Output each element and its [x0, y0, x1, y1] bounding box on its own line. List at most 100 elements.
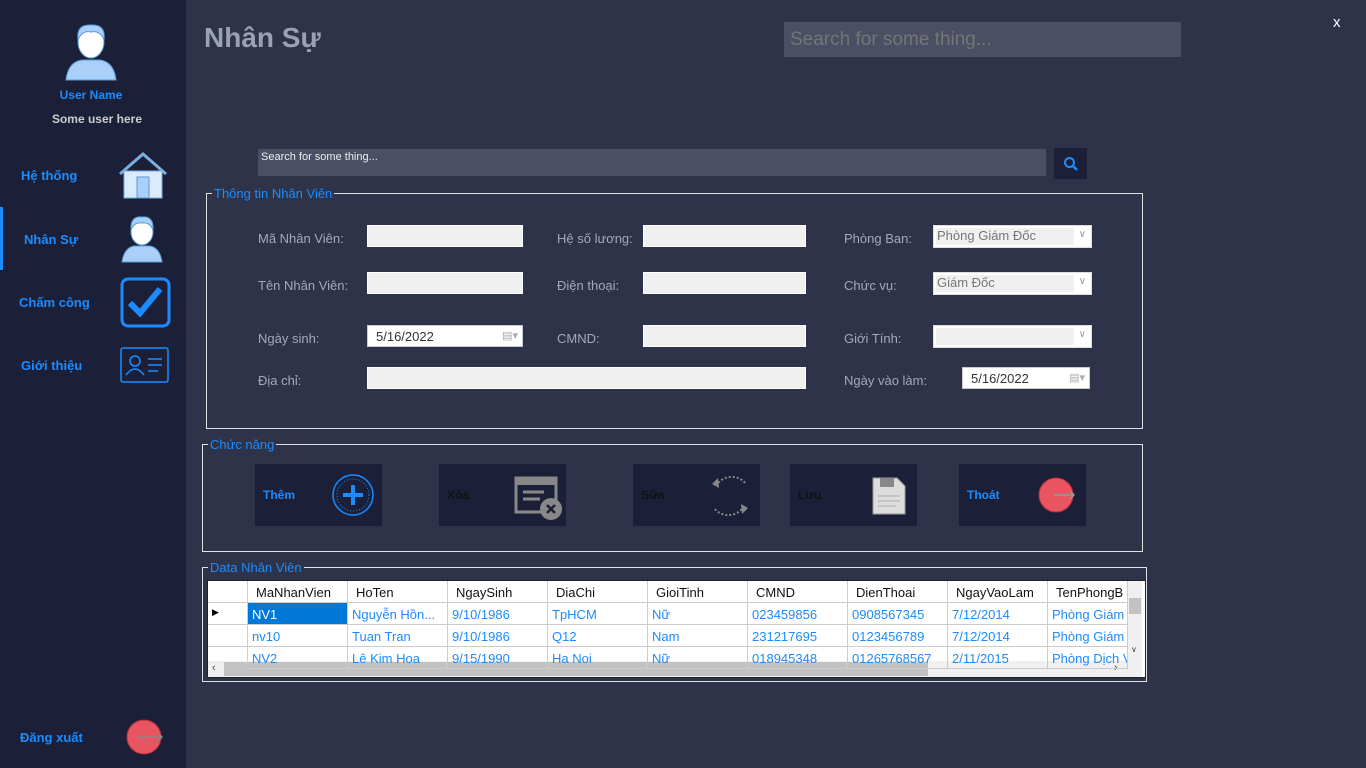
save-icon [872, 477, 906, 515]
phong-ban-select[interactable]: Phòng Giám Đốc ∨ [933, 225, 1092, 248]
table-cell[interactable]: Tuan Tran [348, 625, 448, 647]
sidebar: User Name Some user here Hệ thống Nhân S… [0, 0, 186, 768]
logout-label: Đăng xuất [20, 730, 83, 745]
employee-search-input[interactable]: Search for some thing... [258, 149, 1046, 176]
table-cell[interactable]: 023459856 [748, 603, 848, 625]
chuc-vu-select[interactable]: Giám Đốc ∨ [933, 272, 1092, 295]
label-ma-nv: Mã Nhân Viên: [258, 231, 344, 246]
sidebar-item-nhan-su[interactable]: Nhân Sự [0, 207, 186, 270]
edit-label: Sữa [641, 488, 665, 502]
column-header[interactable]: DienThoai [848, 581, 948, 603]
id-card-icon [120, 347, 169, 383]
delete-label: Xóa [447, 488, 470, 502]
sidebar-item-label: Giới thiệu [21, 358, 83, 373]
ngay-sinh-value: 5/16/2022 [376, 329, 434, 344]
sidebar-item-he-thong[interactable]: Hệ thống [0, 145, 186, 205]
label-cmnd: CMND: [557, 331, 600, 346]
label-ngay-sinh: Ngày sinh: [258, 331, 320, 346]
chevron-down-icon: ∨ [1078, 276, 1086, 287]
sidebar-item-gioi-thieu[interactable]: Giới thiệu [0, 335, 186, 395]
ma-nv-input[interactable] [367, 225, 523, 247]
dien-thoai-input[interactable] [643, 272, 806, 294]
table-cell[interactable]: nv10 [248, 625, 348, 647]
column-header[interactable]: DiaChi [548, 581, 648, 603]
table-cell[interactable]: 7/12/2014 [948, 603, 1048, 625]
column-header[interactable]: NgayVaoLam [948, 581, 1048, 603]
column-header[interactable]: CMND [748, 581, 848, 603]
table-cell[interactable]: NV2 [248, 647, 348, 669]
search-button[interactable] [1054, 148, 1087, 179]
table-cell[interactable]: NV1 [248, 603, 348, 625]
table-cell[interactable]: Lê Kim Hoa [348, 647, 448, 669]
label-dien-thoai: Điện thoại: [557, 278, 620, 293]
dia-chi-input[interactable] [367, 367, 806, 389]
column-header[interactable]: NgaySinh [448, 581, 548, 603]
table-cell[interactable]: Phòng Giám [1048, 603, 1128, 625]
scroll-left-icon[interactable]: ‹ [212, 662, 216, 674]
table-cell[interactable]: Q12 [548, 625, 648, 647]
scroll-thumb[interactable] [1129, 598, 1141, 614]
top-search-input[interactable] [784, 22, 1181, 57]
save-label: Lưu [798, 488, 822, 502]
save-button[interactable]: Lưu [790, 464, 917, 526]
label-chuc-vu: Chức vụ: [844, 278, 897, 293]
table-cell[interactable]: Ha Noi [548, 647, 648, 669]
logout-button[interactable]: Đăng xuất [0, 715, 186, 760]
sidebar-item-label: Chấm công [19, 295, 90, 310]
table-cell[interactable]: 7/12/2014 [948, 625, 1048, 647]
chuc-vu-value: Giám Đốc [936, 275, 1074, 292]
sidebar-item-label: Nhân Sự [24, 232, 79, 247]
table-cell[interactable]: TpHCM [548, 603, 648, 625]
employee-table[interactable]: ▶ ∨ ‹ › MaNhanVien NV1 nv10 NV2 HoTen Nguyễn … [207, 580, 1146, 678]
table-cell[interactable]: Nữ [648, 603, 748, 625]
table-cell[interactable]: 9/10/1986 [448, 603, 548, 625]
label-ten-nv: Tên Nhân Viên: [258, 278, 349, 293]
column-header[interactable]: MaNhanVien [248, 581, 348, 603]
scroll-down-icon[interactable]: ∨ [1131, 645, 1137, 654]
table-cell[interactable]: 9/10/1986 [448, 625, 548, 647]
table-cell[interactable]: 9/15/1990 [448, 647, 548, 669]
label-he-so: Hệ số lương: [557, 231, 633, 246]
checkbox-icon [120, 277, 171, 328]
table-cell[interactable]: 2/11/2015 [948, 647, 1048, 669]
search-icon [1063, 156, 1078, 171]
table-cell[interactable]: Nữ [648, 647, 748, 669]
table-cell[interactable]: Phòng Giám [1048, 625, 1128, 647]
gioi-tinh-select[interactable]: ∨ [933, 325, 1092, 348]
employee-info-legend: Thông tin Nhân Viên [212, 186, 335, 201]
chevron-down-icon: ∨ [1078, 329, 1086, 340]
ngay-sinh-picker[interactable]: 5/16/2022 ▤▾ [367, 325, 523, 347]
table-cell[interactable]: 018945348 [748, 647, 848, 669]
table-cell[interactable]: 231217695 [748, 625, 848, 647]
label-dia-chi: Địa chỉ: [258, 373, 302, 388]
column-header[interactable]: HoTen [348, 581, 448, 603]
table-cell[interactable]: Nguyễn Hồn... [348, 603, 448, 625]
close-button[interactable]: x [1333, 14, 1341, 31]
delete-button[interactable]: Xóa [439, 464, 566, 526]
table-cell[interactable]: 01265768567 [848, 647, 948, 669]
table-cell[interactable]: Nam [648, 625, 748, 647]
vertical-scrollbar[interactable]: ∨ [1128, 581, 1142, 661]
ngay-vao-lam-picker[interactable]: 5/16/2022 ▤▾ [962, 367, 1090, 389]
edit-button[interactable]: Sữa [633, 464, 760, 526]
column-header[interactable]: TenPhongB [1048, 581, 1128, 603]
table-cell[interactable]: 0908567345 [848, 603, 948, 625]
sidebar-item-cham-cong[interactable]: Chấm công [0, 272, 186, 332]
home-icon [119, 152, 167, 199]
add-button[interactable]: Thêm [255, 464, 382, 526]
column-header[interactable]: GioiTinh [648, 581, 748, 603]
label-ngay-vao-lam: Ngày vào làm: [844, 373, 928, 388]
ngay-vao-lam-value: 5/16/2022 [971, 371, 1029, 386]
functions-legend: Chức năng [208, 437, 277, 452]
data-legend: Data Nhân Viên [208, 560, 304, 575]
ten-nv-input[interactable] [367, 272, 523, 294]
he-so-luong-input[interactable] [643, 225, 806, 247]
table-cell[interactable]: Phòng Dịch V [1048, 647, 1128, 669]
table-cell[interactable]: 0123456789 [848, 625, 948, 647]
add-label: Thêm [263, 488, 296, 502]
gioi-tinh-value [936, 328, 1074, 345]
exit-button[interactable]: Thoát [959, 464, 1086, 526]
cmnd-input[interactable] [643, 325, 806, 347]
phong-ban-value: Phòng Giám Đốc [936, 228, 1074, 245]
calendar-icon: ▤▾ [502, 330, 518, 342]
